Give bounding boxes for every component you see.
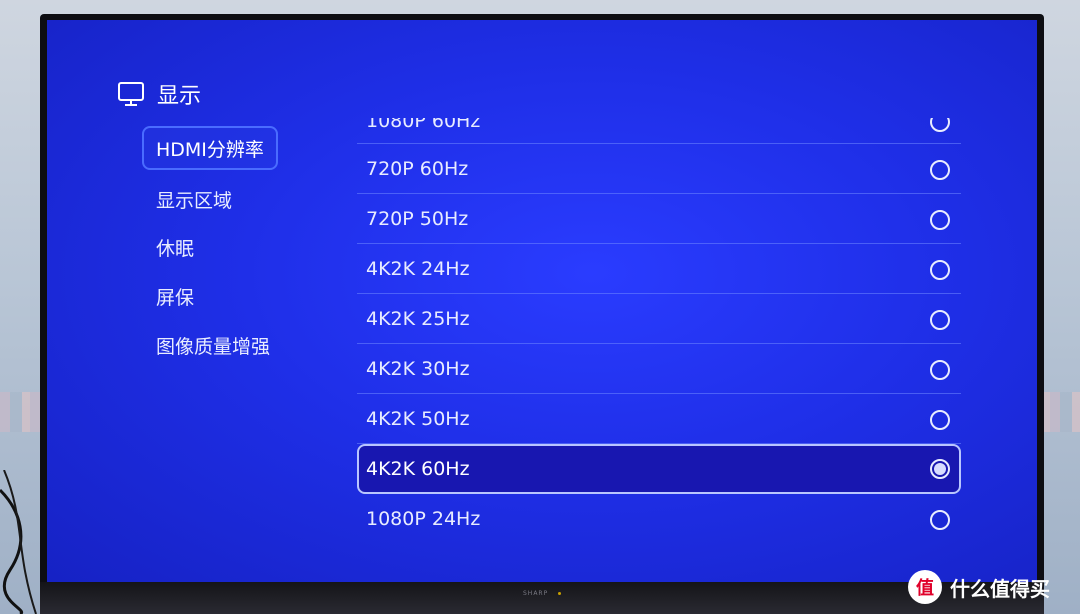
sidebar-item-sleep[interactable]: 休眠 <box>142 225 208 269</box>
resolution-option-4k30[interactable]: 4K2K 30Hz <box>357 344 961 394</box>
monitor-icon <box>118 82 144 106</box>
tv-brand-mark: SHARP <box>523 590 549 597</box>
radio-icon <box>930 360 950 380</box>
tv-bottom-frame <box>40 582 1044 614</box>
page-title: 显示 <box>117 78 201 110</box>
resolution-option-4k24[interactable]: 4K2K 24Hz <box>357 244 961 294</box>
sidebar-item-hdmi-resolution[interactable]: HDMI分辨率 <box>142 126 278 170</box>
resolution-option-720p50[interactable]: 720P 50Hz <box>357 194 961 244</box>
watermark-logo-icon: 值 <box>908 570 942 604</box>
resolution-option-4k50[interactable]: 4K2K 50Hz <box>357 394 961 444</box>
sidebar-item-label: 显示区域 <box>156 189 233 212</box>
cable-decoration <box>0 470 37 614</box>
resolution-list: 1080P 60Hz 720P 60Hz 720P 50Hz 4K2K 24Hz… <box>357 118 961 558</box>
resolution-option-4k25[interactable]: 4K2K 25Hz <box>357 294 961 344</box>
sidebar-item-display-area[interactable]: 显示区域 <box>142 177 246 221</box>
sidebar-item-label: 屏保 <box>156 286 195 309</box>
radio-icon <box>930 160 950 180</box>
resolution-label: 4K2K 60Hz <box>366 458 470 480</box>
radio-icon <box>930 210 950 230</box>
radio-icon <box>930 310 950 330</box>
resolution-option-720p60[interactable]: 720P 60Hz <box>357 144 961 194</box>
resolution-label: 4K2K 24Hz <box>366 258 470 280</box>
resolution-option-1080p60[interactable]: 1080P 60Hz <box>357 118 961 144</box>
sidebar-item-label: 休眠 <box>156 237 195 260</box>
radio-icon <box>930 118 950 132</box>
sidebar-item-image-enhance[interactable]: 图像质量增强 <box>142 323 284 367</box>
sidebar-item-label: HDMI分辨率 <box>156 138 264 161</box>
sidebar-item-screensaver[interactable]: 屏保 <box>142 274 208 318</box>
watermark: 值 什么值得买 <box>908 570 1050 604</box>
resolution-label: 4K2K 25Hz <box>366 308 470 330</box>
resolution-option-1080p24[interactable]: 1080P 24Hz <box>357 494 961 544</box>
resolution-label: 720P 50Hz <box>366 208 469 230</box>
resolution-label: 1080P 60Hz <box>366 118 481 132</box>
resolution-label: 1080P 24Hz <box>366 508 481 530</box>
tv-screen: 显示 HDMI分辨率 显示区域 休眠 屏保 图像质量增强 1080P 60Hz … <box>47 20 1037 582</box>
resolution-label: 4K2K 30Hz <box>366 358 470 380</box>
sidebar-item-label: 图像质量增强 <box>156 335 271 358</box>
resolution-option-4k60[interactable]: 4K2K 60Hz <box>357 444 961 494</box>
page-title-label: 显示 <box>157 84 202 109</box>
power-led <box>558 592 561 595</box>
resolution-label: 720P 60Hz <box>366 158 469 180</box>
radio-icon <box>930 410 950 430</box>
radio-icon <box>930 510 950 530</box>
watermark-text: 什么值得买 <box>950 576 1050 601</box>
resolution-label: 4K2K 50Hz <box>366 408 470 430</box>
radio-selected-icon <box>930 459 950 479</box>
radio-icon <box>930 260 950 280</box>
